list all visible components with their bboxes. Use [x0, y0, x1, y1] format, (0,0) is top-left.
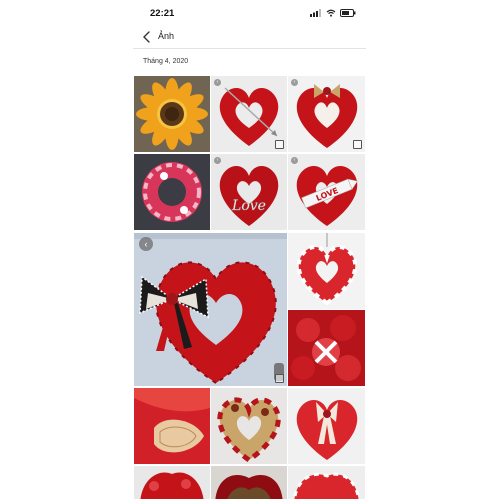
photo-thumbnail-large[interactable]: ‹ [134, 233, 287, 386]
select-corner-icon[interactable] [275, 140, 284, 149]
sunflower-wreath-image [134, 76, 210, 152]
select-corner-icon[interactable] [353, 140, 362, 149]
battery-icon [340, 9, 356, 17]
play-badge-icon: ‹ [291, 79, 298, 86]
photo-thumbnail[interactable]: Love ‹ [211, 154, 287, 230]
play-badge-icon: ‹ [139, 237, 153, 251]
photo-thumbnail[interactable] [288, 466, 365, 499]
photo-thumbnail[interactable]: LOVE ‹ [288, 154, 365, 230]
play-badge-icon: ‹ [291, 157, 298, 164]
phone-screen: 22:21 Ảnh Tháng 4, 2020 ‹ ‹ Love ‹ LOVE … [133, 0, 366, 499]
photo-thumbnail[interactable] [134, 154, 210, 230]
burlap-heart-wreath-image [211, 388, 287, 464]
red-white-wreath-partial-image [288, 466, 365, 499]
chevron-left-icon[interactable] [141, 30, 153, 44]
play-badge-icon: ‹ [214, 79, 221, 86]
red-wreath-partial-image [134, 466, 210, 499]
nav-title: Ảnh [158, 31, 175, 41]
arrow-love-heart-image: LOVE [288, 154, 365, 230]
section-date-header: Tháng 4, 2020 [143, 58, 189, 65]
pink-round-wreath-image [134, 154, 210, 230]
play-badge-icon: ‹ [214, 157, 221, 164]
signal-icon [310, 9, 321, 17]
large-heart-plaid-bow-image [134, 233, 287, 386]
dark-red-wreath-partial-image [211, 466, 287, 499]
photo-thumbnail[interactable]: ‹ [288, 76, 365, 152]
photo-thumbnail[interactable]: ‹ [211, 76, 287, 152]
photo-thumbnail[interactable] [134, 388, 210, 464]
love-sign-heart-image: Love [211, 154, 287, 230]
love-sign-text: Love [231, 198, 266, 214]
photo-thumbnail[interactable] [211, 388, 287, 464]
photo-thumbnail[interactable] [288, 388, 365, 464]
photo-thumbnail[interactable] [211, 466, 287, 499]
select-corner-icon[interactable] [275, 374, 284, 383]
photo-thumbnail[interactable] [288, 233, 365, 309]
status-bar: 22:21 [133, 7, 366, 21]
status-time: 22:21 [150, 8, 175, 19]
red-ribbon-heart-image [288, 388, 365, 464]
nav-bar: Ảnh [133, 26, 366, 49]
photo-thumbnail[interactable] [134, 466, 210, 499]
red-mesh-heart-image [134, 388, 210, 464]
red-white-heart-image [288, 233, 365, 309]
wifi-icon [326, 9, 336, 17]
photo-thumbnail[interactable] [134, 76, 210, 152]
status-icons [310, 9, 356, 17]
red-ruffle-wreath-image [288, 310, 365, 386]
photo-thumbnail[interactable] [288, 310, 365, 386]
